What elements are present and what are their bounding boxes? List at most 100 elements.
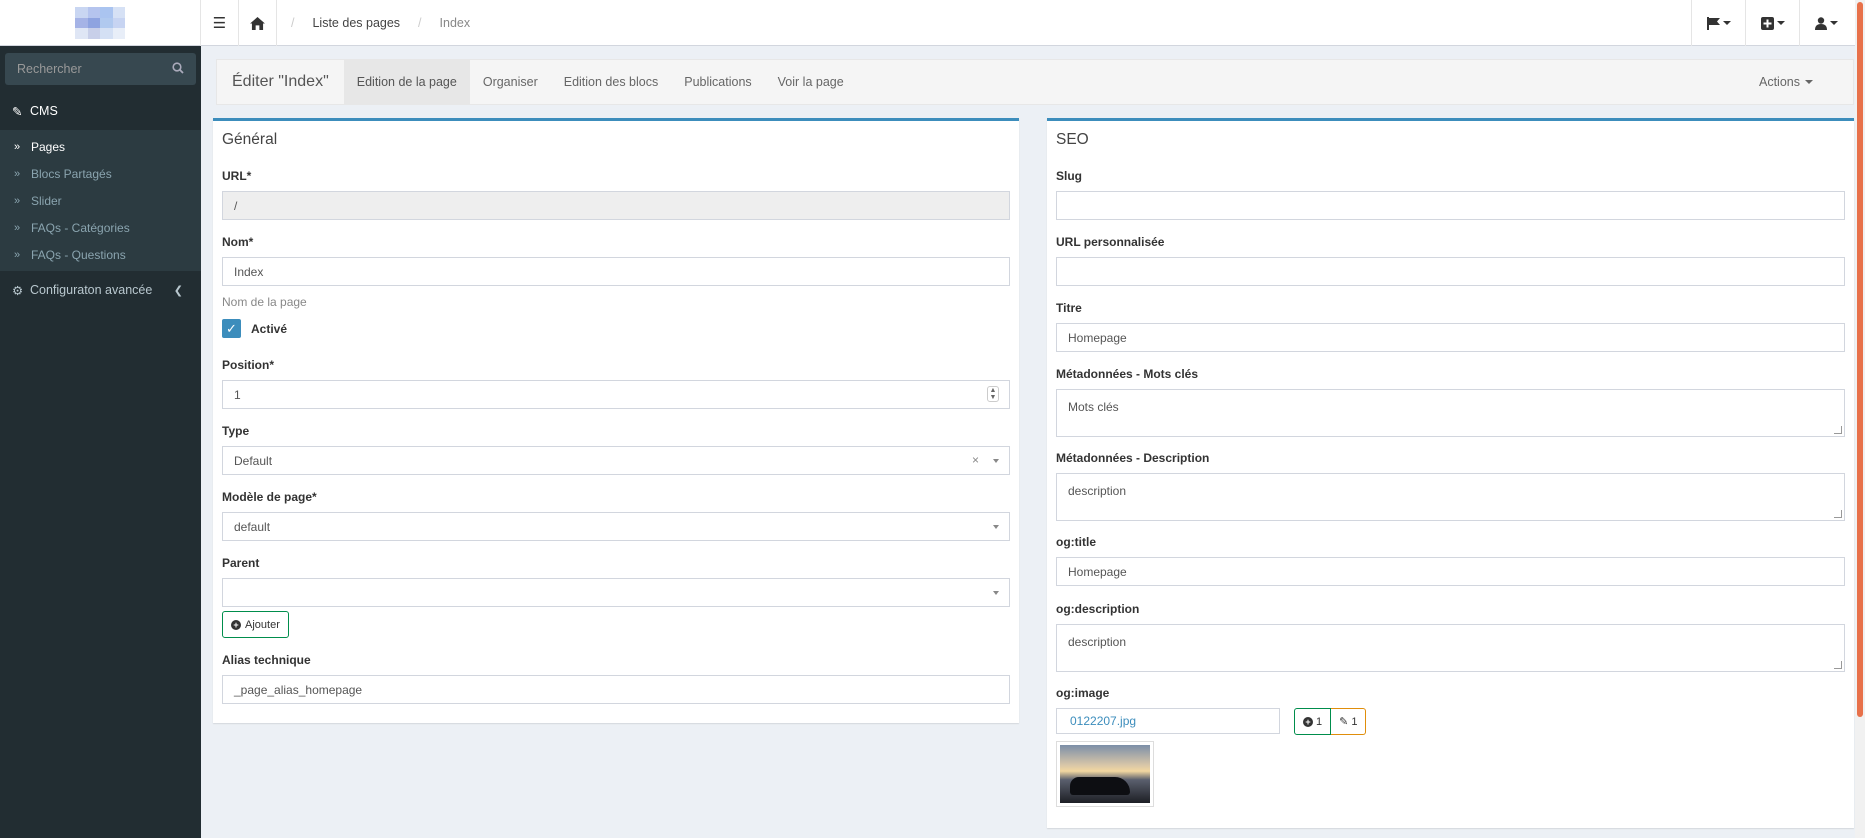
add-parent-button[interactable]: + Ajouter — [222, 611, 289, 638]
parent-select[interactable] — [222, 578, 1010, 607]
dropdown-arrow-icon — [993, 591, 999, 595]
meta-keywords-textarea[interactable]: Mots clés — [1056, 389, 1845, 437]
position-field[interactable]: 1 ▲ ▼ — [222, 380, 1010, 409]
breadcrumb-separator: / — [291, 15, 295, 30]
sidebar-item-faq-questions[interactable]: » FAQs - Questions — [0, 241, 201, 268]
tab-publications[interactable]: Publications — [671, 60, 764, 104]
actions-label: Actions — [1759, 75, 1800, 89]
plus-circle-icon: + — [1303, 716, 1313, 727]
og-image-button-group: + 1 ✎ 1 — [1294, 708, 1367, 735]
sidebar-menu-cms[interactable]: ✎ CMS — [0, 92, 201, 130]
og-description-value: description — [1068, 635, 1127, 649]
double-chevron-right-icon: » — [14, 140, 20, 153]
active-label: Activé — [251, 321, 288, 336]
seo-panel: SEO Slug URL personnalisée Titre Homepag… — [1047, 118, 1854, 828]
sidebar: Rechercher ✎ CMS » Pages » Blocs Partagé… — [0, 46, 201, 838]
sidebar-item-shared-blocks[interactable]: » Blocs Partagés — [0, 160, 201, 187]
scrollbar-thumb[interactable] — [1857, 2, 1863, 717]
tab-edit-page[interactable]: Edition de la page — [343, 60, 470, 104]
og-title-field[interactable]: Homepage — [1056, 557, 1845, 586]
sidebar-submenu-cms: » Pages » Blocs Partagés » Slider » FAQs… — [0, 130, 201, 271]
slug-field[interactable] — [1056, 191, 1845, 220]
name-label: Nom* — [222, 235, 254, 249]
tab-edit-blocks[interactable]: Edition des blocs — [551, 60, 672, 104]
type-label: Type — [222, 424, 250, 438]
double-chevron-right-icon: » — [14, 194, 20, 207]
double-chevron-right-icon: » — [14, 248, 20, 261]
home-icon — [250, 16, 265, 30]
og-description-textarea[interactable]: description — [1056, 624, 1845, 672]
seo-title-label: Titre — [1056, 301, 1082, 315]
page-title: Éditer "Index" — [232, 73, 329, 90]
add-image-count: 1 — [1316, 715, 1323, 728]
sidebar-menu-advanced-label: Configuraton avancée — [30, 283, 153, 297]
breadcrumb-separator: / — [418, 15, 422, 30]
general-panel-title: Général — [222, 131, 278, 148]
active-checkbox-group[interactable]: ✓ Activé — [222, 319, 287, 338]
og-title-label: og:title — [1056, 535, 1096, 549]
plus-circle-icon: + — [231, 619, 241, 630]
template-select[interactable]: default — [222, 512, 1010, 541]
breadcrumb: / Liste des pages / Index — [277, 0, 470, 45]
url-field: / — [222, 191, 1010, 220]
tab-organize[interactable]: Organiser — [470, 60, 551, 104]
page-scrollbar[interactable] — [1855, 0, 1865, 838]
active-checkbox[interactable]: ✓ — [222, 319, 241, 338]
custom-url-label: URL personnalisée — [1056, 235, 1165, 249]
sidebar-toggle-button[interactable]: ☰ — [201, 0, 239, 46]
seo-panel-title: SEO — [1056, 131, 1089, 148]
type-selected-value: Default — [234, 453, 273, 468]
number-spinner[interactable]: ▲ ▼ — [987, 386, 999, 402]
caret-down-icon — [1830, 21, 1838, 25]
breadcrumb-current: Index — [439, 15, 471, 30]
search-icon[interactable] — [172, 61, 184, 77]
meta-description-label: Métadonnées - Description — [1056, 451, 1210, 465]
alias-field[interactable]: _page_alias_homepage — [222, 675, 1010, 704]
sidebar-search[interactable]: Rechercher — [5, 53, 196, 85]
name-field[interactable]: Index — [222, 257, 1010, 286]
resize-handle[interactable] — [1834, 426, 1842, 434]
og-image-thumbnail[interactable] — [1056, 741, 1154, 807]
tab-view-page[interactable]: Voir la page — [765, 60, 857, 104]
name-help-text: Nom de la page — [222, 295, 307, 309]
sidebar-item-faq-categories[interactable]: » FAQs - Catégories — [0, 214, 201, 241]
logo[interactable] — [0, 0, 201, 46]
search-input[interactable]: Rechercher — [17, 62, 82, 76]
caret-down-icon — [1722, 21, 1731, 25]
og-image-label: og:image — [1056, 686, 1110, 700]
page-toolbar: Éditer "Index" Edition de la page Organi… — [216, 59, 1854, 105]
breadcrumb-link-pages[interactable]: Liste des pages — [312, 16, 400, 30]
sidebar-item-slider[interactable]: » Slider — [0, 187, 201, 214]
add-image-button[interactable]: + 1 — [1294, 708, 1332, 735]
clear-selection-icon[interactable]: × — [972, 453, 979, 467]
pencil-icon: ✎ — [12, 104, 23, 119]
pencil-icon: ✎ — [1339, 716, 1349, 728]
seo-title-field[interactable]: Homepage — [1056, 323, 1845, 352]
slug-label: Slug — [1056, 169, 1082, 183]
sidebar-menu-advanced-config[interactable]: ⚙ Configuraton avancée ❮ — [0, 271, 201, 309]
home-button[interactable] — [239, 0, 277, 46]
caret-down-icon — [1805, 80, 1813, 84]
add-button-label: Ajouter — [245, 618, 280, 631]
sidebar-item-pages[interactable]: » Pages — [0, 133, 201, 160]
custom-url-field[interactable] — [1056, 257, 1845, 286]
meta-description-textarea[interactable]: description — [1056, 473, 1845, 521]
general-panel: Général URL* / Nom* Index Nom de la page… — [213, 118, 1019, 723]
create-dropdown[interactable] — [1745, 0, 1799, 46]
dropdown-arrow-icon — [993, 525, 999, 529]
resize-handle[interactable] — [1834, 661, 1842, 669]
edit-image-button[interactable]: ✎ 1 — [1331, 708, 1367, 735]
og-description-label: og:description — [1056, 602, 1140, 616]
actions-dropdown[interactable]: Actions — [1759, 75, 1813, 89]
double-chevron-right-icon: » — [14, 221, 20, 234]
sidebar-item-label: Slider — [31, 193, 62, 208]
type-select[interactable]: Default × — [222, 446, 1010, 475]
flag-icon — [1706, 16, 1720, 30]
user-dropdown[interactable] — [1799, 0, 1853, 46]
user-icon — [1815, 16, 1827, 30]
language-dropdown[interactable] — [1691, 0, 1745, 46]
og-image-file-link[interactable]: 0122207.jpg — [1056, 708, 1280, 734]
template-selected-value: default — [234, 519, 271, 534]
meta-keywords-label: Métadonnées - Mots clés — [1056, 367, 1199, 381]
resize-handle[interactable] — [1834, 510, 1842, 518]
